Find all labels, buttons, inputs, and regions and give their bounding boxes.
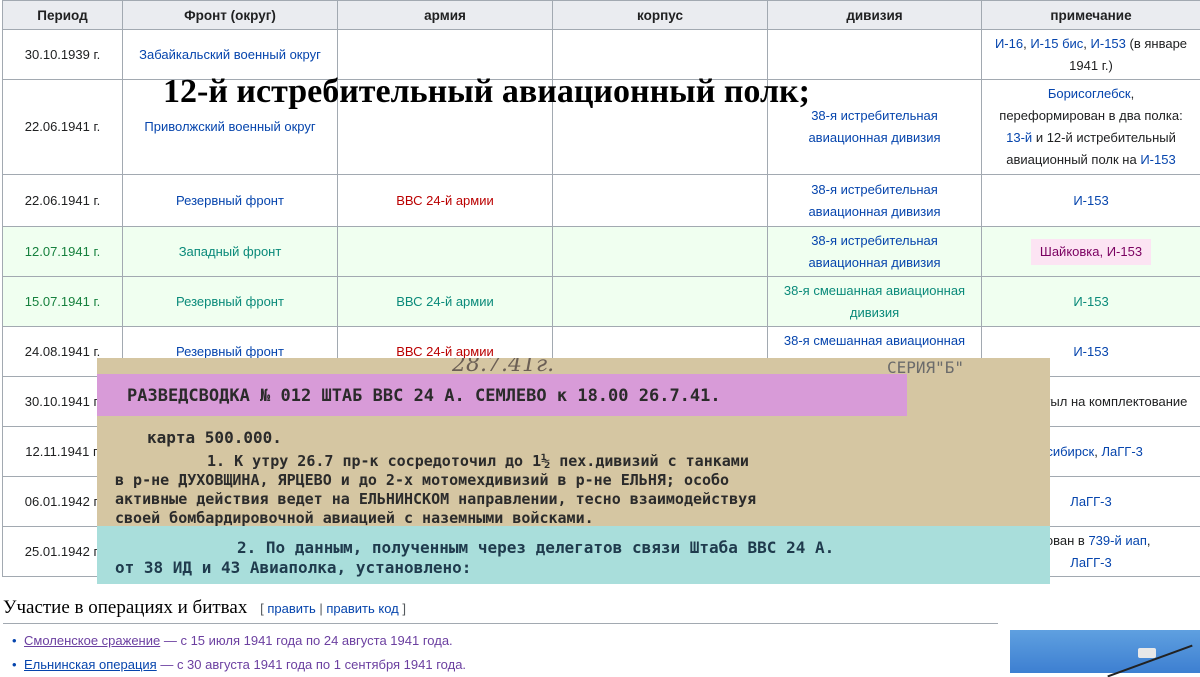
cell-front-text[interactable]: Забайкальский военный округ (139, 47, 321, 62)
cell-front: Забайкальский военный округ (123, 30, 338, 80)
operation-link[interactable]: Ельнинская операция (24, 657, 157, 672)
cell-period: 30.10.1939 г. (3, 30, 123, 80)
cell-division-text[interactable]: 38-я смешанная авиационная дивизия (784, 283, 965, 320)
cell-note: И-16, И-15 бис, И-153 (в январе 1941 г.) (982, 30, 1200, 80)
cell-period-text: 12.11.1941 г. (25, 444, 99, 459)
list-item: Смоленское сражение — с 15 июля 1941 год… (24, 629, 466, 653)
cell-front: Западный фронт (123, 227, 338, 277)
document-map-line: карта 500.000. (147, 428, 282, 447)
cell-note: Борисоглебск,переформирован в два полка:… (982, 80, 1200, 175)
edit-bracket-close: ] (402, 601, 406, 616)
section-divider (3, 623, 998, 624)
cell-period: 12.07.1941 г. (3, 227, 123, 277)
cell-front-text[interactable]: Резервный фронт (176, 344, 284, 359)
cell-army-text[interactable]: ВВС 24-й армии (396, 193, 494, 208)
cell-front-text[interactable]: Западный фронт (179, 244, 282, 259)
doc-para2-line1: 2. По данным, полученным через делегатов… (237, 538, 834, 557)
table-row: 22.06.1941 г. Резервный фронт ВВС 24-й арм… (3, 175, 1200, 227)
cell-note: Шайковка, И-153 (982, 227, 1200, 277)
edit-separator: | (319, 601, 322, 616)
operations-list: Смоленское сражение — с 15 июля 1941 год… (0, 629, 466, 677)
doc-para1-line2: в р-не ДУХОВЩИНА, ЯРЦЕВО и до 2-х мотоме… (115, 471, 729, 489)
thumbnail-image[interactable] (1010, 630, 1200, 673)
table-row: 15.07.1941 г. Резервный фронт ВВС 24-й арм… (3, 277, 1200, 327)
series-label: СЕРИЯ"Б" (887, 358, 964, 377)
cell-front-text[interactable]: Резервный фронт (176, 294, 284, 309)
edit-source-link[interactable]: править код (326, 601, 398, 616)
cell-front-text[interactable]: Резервный фронт (176, 193, 284, 208)
cell-division (768, 30, 982, 80)
cell-period-text: 06.01.1942 г. (25, 494, 100, 509)
header-period[interactable]: Период (3, 1, 123, 30)
edit-link[interactable]: править (267, 601, 315, 616)
cell-division-text[interactable]: 38-я истребительная авиационная дивизия (808, 233, 940, 270)
cell-period-text: 24.08.1941 г. (25, 344, 100, 359)
cell-corps (553, 30, 768, 80)
section-heading: Участие в операциях и битвах [ править |… (3, 597, 406, 619)
cell-division-text[interactable]: 38-я истребительная авиационная дивизия (808, 182, 940, 219)
header-army[interactable]: армия (338, 1, 553, 30)
doc-para2-line2: от 38 ИД и 43 Авиаполка, установлено: (115, 558, 471, 577)
cell-division-text[interactable]: 38-я истребительная авиационная дивизия (808, 108, 940, 145)
operation-dates: — с 15 июля 1941 года по 24 августа 1941… (160, 633, 452, 648)
table-row: 12.07.1941 г. Западный фронт 38-я истребит… (3, 227, 1200, 277)
cell-note: И-153 (982, 175, 1200, 227)
doc-para1-line3: активные действия ведет на ЕЛЬНИНСКОМ на… (115, 490, 756, 508)
cell-period: 22.06.1941 г. (3, 80, 123, 175)
overlay-title: 12-й истребительный авиационный полк; (163, 73, 810, 111)
document-header-line: РАЗВЕДСВОДКА № 012 ШТАБ ВВС 24 А. СЕМЛЕВ… (127, 386, 721, 406)
header-division[interactable]: дивизия (768, 1, 982, 30)
cell-army-text[interactable]: ВВС 24-й армии (396, 294, 494, 309)
cell-period-text: 25.01.1942 г. (25, 544, 100, 559)
cell-period-text: 12.07.1941 г. (25, 244, 100, 259)
cell-period-text: 22.06.1941 г. (25, 193, 100, 208)
cell-army-text[interactable]: ВВС 24-й армии (396, 344, 494, 359)
cell-corps (553, 175, 768, 227)
section-heading-text: Участие в операциях и битвах (3, 597, 247, 618)
edit-bracket-open: [ (260, 601, 264, 616)
cell-division: 38-я смешанная авиационная дивизия (768, 277, 982, 327)
cell-front: Резервный фронт (123, 277, 338, 327)
cell-period: 22.06.1941 г. (3, 175, 123, 227)
cell-army: ВВС 24-й армии (338, 277, 553, 327)
operation-link[interactable]: Смоленское сражение (24, 633, 160, 648)
cell-division: 38-я истребительная авиационная дивизия (768, 175, 982, 227)
doc-para1-line4: своей бомбардировочной авиацией с наземн… (115, 509, 594, 527)
cell-army (338, 227, 553, 277)
operation-dates: — с 30 августа 1941 года по 1 сентября 1… (157, 657, 466, 672)
section-edit-links: [ править | править код ] (260, 601, 406, 616)
cell-note: И-153 (982, 277, 1200, 327)
cell-army: ВВС 24-й армии (338, 175, 553, 227)
table-header-row: Период Фронт (округ) армия корпус дивизи… (3, 1, 1200, 30)
header-front[interactable]: Фронт (округ) (123, 1, 338, 30)
handwritten-date: 28.7.41г. (452, 358, 554, 377)
cell-period-text: 30.10.1941 г. (25, 394, 100, 409)
cell-front-text[interactable]: Приволжский военный округ (144, 119, 315, 134)
cell-corps (553, 277, 768, 327)
lamp-shape (1138, 648, 1156, 658)
header-corps[interactable]: корпус (553, 1, 768, 30)
cell-corps (553, 227, 768, 277)
archival-document-image: 28.7.41г. СЕРИЯ"Б" РАЗВЕДСВОДКА № 012 ШТ… (97, 358, 1050, 584)
cell-division: 38-я истребительная авиационная дивизия (768, 227, 982, 277)
cell-army (338, 30, 553, 80)
cell-period-text: 30.10.1939 г. (25, 47, 100, 62)
cell-period: 15.07.1941 г. (3, 277, 123, 327)
doc-para1-line1: 1. К утру 26.7 пр-к сосредоточил до 1½ п… (207, 452, 749, 470)
cell-period-text: 15.07.1941 г. (25, 294, 100, 309)
cell-front: Резервный фронт (123, 175, 338, 227)
cell-period-text: 22.06.1941 г. (25, 119, 100, 134)
table-row: 30.10.1939 г. Забайкальский военный округ… (3, 30, 1200, 80)
list-item: Ельнинская операция — с 30 августа 1941 … (24, 653, 466, 677)
header-note[interactable]: примечание (982, 1, 1200, 30)
